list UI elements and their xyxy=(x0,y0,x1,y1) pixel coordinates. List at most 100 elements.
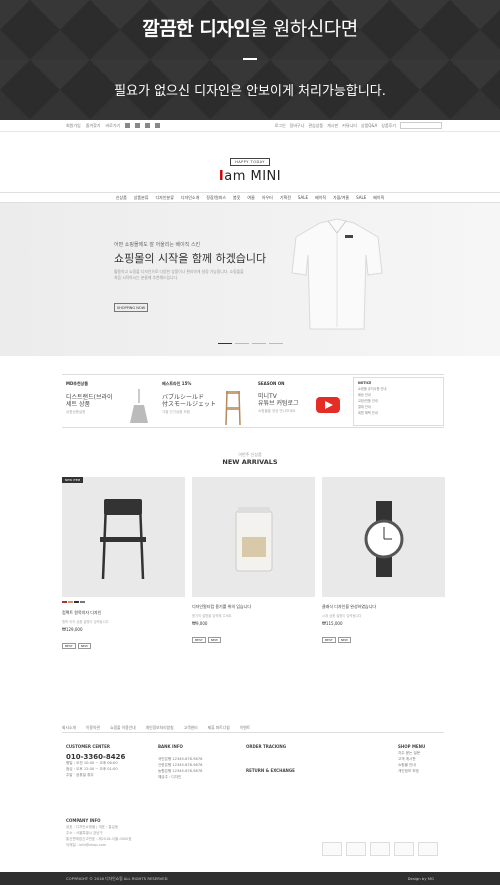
footer-link[interactable]: 이용약관 xyxy=(86,725,100,731)
twitter-icon[interactable] xyxy=(135,123,141,128)
product-image[interactable]: NEW ITEM xyxy=(62,477,185,597)
main-nav: 신상품 상품분류 디자인분류 디자인소개 정장/원피스 봄옷 여름 아우터 기획… xyxy=(0,192,500,203)
nav-item[interactable]: 디자인분류 xyxy=(155,195,173,201)
wishlist-link[interactable]: 관심상품 xyxy=(308,123,323,129)
feature-md[interactable]: MD추천상품 디스트랜드(브라이 세트 상품 상품상품설명 xyxy=(66,381,161,425)
partner-badge[interactable] xyxy=(346,842,366,856)
cart-link[interactable]: 장바구니 xyxy=(290,123,305,129)
slider-pagination[interactable] xyxy=(218,343,283,344)
banner-headline: 깔끔한 디자인을 원하신다면 xyxy=(0,14,500,41)
hero-description: 활용하고 쇼핑몰 디자인으로 다양한 상품이나 편리하게 설정 가능합니다. 쇼… xyxy=(114,269,244,280)
footer-link[interactable]: 쇼핑몰 이용안내 xyxy=(110,725,136,731)
nav-item[interactable]: 상품분류 xyxy=(134,195,149,201)
community-link[interactable]: 커뮤니티 xyxy=(342,123,357,129)
cs-title: CUSTOMER CENTER xyxy=(66,744,110,749)
footer-link[interactable]: 개인정보처리방침 xyxy=(146,725,174,731)
partner-badge[interactable] xyxy=(418,842,438,856)
product-name[interactable]: 디자인멀티컵 용기를 위의 입습니다 xyxy=(192,604,315,610)
partner-badges xyxy=(322,842,438,856)
join-link[interactable]: 회원가입 xyxy=(66,123,81,129)
new-tag: NEW xyxy=(207,637,221,643)
login-link[interactable]: 로그인 xyxy=(275,123,286,129)
product-card[interactable]: 디자인멀티컵 용기를 위의 입습니다 용기의 설명을 입력해 주세요 ₩9,00… xyxy=(192,477,315,657)
site-preview: 회원가입 즐겨찾기 바로가기 로그인 장바구니 관심상품 게시판 커뮤니티 상품… xyxy=(0,120,500,885)
pinterest-icon[interactable] xyxy=(155,123,161,128)
shirt-image xyxy=(291,218,383,330)
nav-item[interactable]: 베이직 xyxy=(373,195,384,201)
headline-bold: 깔끔한 디자인 xyxy=(142,18,251,40)
product-card[interactable]: NEW ITEM 컴팩트 원목의자 디자인 원목 의자 상품 설명이 입력됩니다… xyxy=(62,477,185,657)
footer-link[interactable]: 고객센터 xyxy=(184,725,198,731)
new-badge: NEW ITEM xyxy=(62,477,84,483)
product-desc: 용기의 설명을 입력해 주세요 xyxy=(192,614,232,618)
nav-item[interactable]: 여름 xyxy=(247,195,254,201)
bank-title: BANK INFO xyxy=(158,744,183,749)
best-tag: BEST xyxy=(192,637,206,643)
feature-title: SEASON ON xyxy=(258,381,285,386)
footer-link[interactable]: 회사소개 xyxy=(62,725,76,731)
product-desc: 시계 상품 설명이 입력됩니다 xyxy=(322,614,362,618)
product-name[interactable]: 컴팩트 원목의자 디자인 xyxy=(62,610,185,616)
facebook-icon[interactable] xyxy=(125,123,131,128)
product-image[interactable] xyxy=(322,477,445,597)
youtube-icon xyxy=(316,397,340,413)
search-input[interactable] xyxy=(400,122,442,129)
bookmark-link[interactable]: 즐겨찾기 xyxy=(86,123,101,129)
logo-text: Iam MINI xyxy=(0,169,500,184)
product-price: ₩115,000 xyxy=(322,621,343,626)
partner-badge[interactable] xyxy=(322,842,342,856)
banner-subtitle: 필요가 없으신 디자인은 안보이게 처리가능합니다. xyxy=(114,84,386,99)
nav-item[interactable]: SALE xyxy=(356,195,366,200)
product-desc: 원목 의자 상품 설명이 입력됩니다 xyxy=(62,620,109,624)
headline-rest: 을 원하신다면 xyxy=(250,18,358,40)
nav-item[interactable]: 기획전 xyxy=(280,195,291,201)
nav-item[interactable]: 디자인소개 xyxy=(181,195,199,201)
logo[interactable]: HAPPY TODAY Iam MINI xyxy=(0,148,500,184)
partner-badge[interactable] xyxy=(394,842,414,856)
design-credit: Design by MG xyxy=(407,876,434,881)
shop-menu-item[interactable]: 개인정보 보호 xyxy=(398,768,425,774)
chair-icon xyxy=(225,390,241,425)
qna-link[interactable]: 상품Q&A xyxy=(361,123,377,129)
product-price: ₩9,000 xyxy=(192,621,208,626)
footer-link[interactable]: 제휴 파트너쉽 xyxy=(208,725,230,731)
nav-item[interactable]: 베이직 xyxy=(315,195,326,201)
instagram-icon[interactable] xyxy=(145,123,151,128)
partner-badge[interactable] xyxy=(370,842,390,856)
notice-item[interactable]: 회원 혜택 안내 xyxy=(358,410,439,416)
order-tracking: ORDER TRACKING RETURN & EXCHANGE xyxy=(246,744,295,774)
new-tag: NEW xyxy=(77,643,91,649)
review-link[interactable]: 상품후기 xyxy=(381,123,396,129)
nav-item[interactable]: 신상품 xyxy=(116,195,127,201)
nav-item[interactable]: SALE xyxy=(298,195,308,200)
product-image[interactable] xyxy=(192,477,315,597)
feature-season[interactable]: SEASON ON 미니TV 유튜브 커텀로그 쇼핑몰을 영상 만나보세요 xyxy=(258,381,353,425)
color-swatches xyxy=(62,601,185,603)
cs-hours: 주말 · 공휴일 휴무 xyxy=(66,773,94,777)
hero-slider: 어떤 쇼핑몰에도 잘 어울리는 베이직 스킨 쇼핑몰의 시작을 함께 하겠습니다… xyxy=(0,203,500,356)
logo-main: am MINI xyxy=(224,169,282,184)
board-link[interactable]: 게시판 xyxy=(327,123,338,129)
can-icon xyxy=(235,507,273,572)
nav-item[interactable]: 아우터 xyxy=(262,195,273,201)
arrivals-title: NEW ARRIVALS xyxy=(222,458,278,466)
shortcut-link[interactable]: 바로가기 xyxy=(105,123,120,129)
footer-links: 회사소개 이용약관 쇼핑몰 이용안내 개인정보처리방침 고객센터 제휴 파트너쉽… xyxy=(62,723,444,733)
nav-item[interactable]: 가을/겨울 xyxy=(333,195,349,201)
feature-best[interactable]: 베스트라인 15% バブルシールド 付スモールジェット 가을 인기상품 모음 xyxy=(162,381,257,425)
product-card[interactable]: 클래식 디자인을 완성하였습니다 시계 상품 설명이 입력됩니다 ₩115,00… xyxy=(322,477,445,657)
notice-board: NOTICE 쇼핑몰 공지사항 안내 배송 안내 교환/반품 안내 결제 안내 … xyxy=(353,377,444,426)
product-name[interactable]: 클래식 디자인을 완성하였습니다 xyxy=(322,604,445,610)
top-bar: 회원가입 즐겨찾기 바로가기 로그인 장바구니 관심상품 게시판 커뮤니티 상품… xyxy=(0,120,500,132)
best-tag: BEST xyxy=(322,637,336,643)
bank-info: BANK INFO 국민은행 12345-678-9876 신한은행 12345… xyxy=(158,744,202,780)
nav-item[interactable]: 정장/원피스 xyxy=(206,195,226,201)
lamp-icon xyxy=(130,389,148,423)
return-title: RETURN & EXCHANGE xyxy=(246,768,295,773)
promo-banner: 깔끔한 디자인을 원하신다면 필요가 없으신 디자인은 안보이게 처리가능합니다… xyxy=(0,0,500,120)
feature-boxes: MD추천상품 디스트랜드(브라이 세트 상품 상품상품설명 베스트라인 15% … xyxy=(62,374,444,428)
company-line: 이메일 : info@shop.com xyxy=(66,843,107,847)
nav-item[interactable]: 봄옷 xyxy=(233,195,240,201)
shop-now-button[interactable]: SHOPPING NOW xyxy=(114,303,148,312)
footer-link[interactable]: 이벤트 xyxy=(240,725,250,731)
